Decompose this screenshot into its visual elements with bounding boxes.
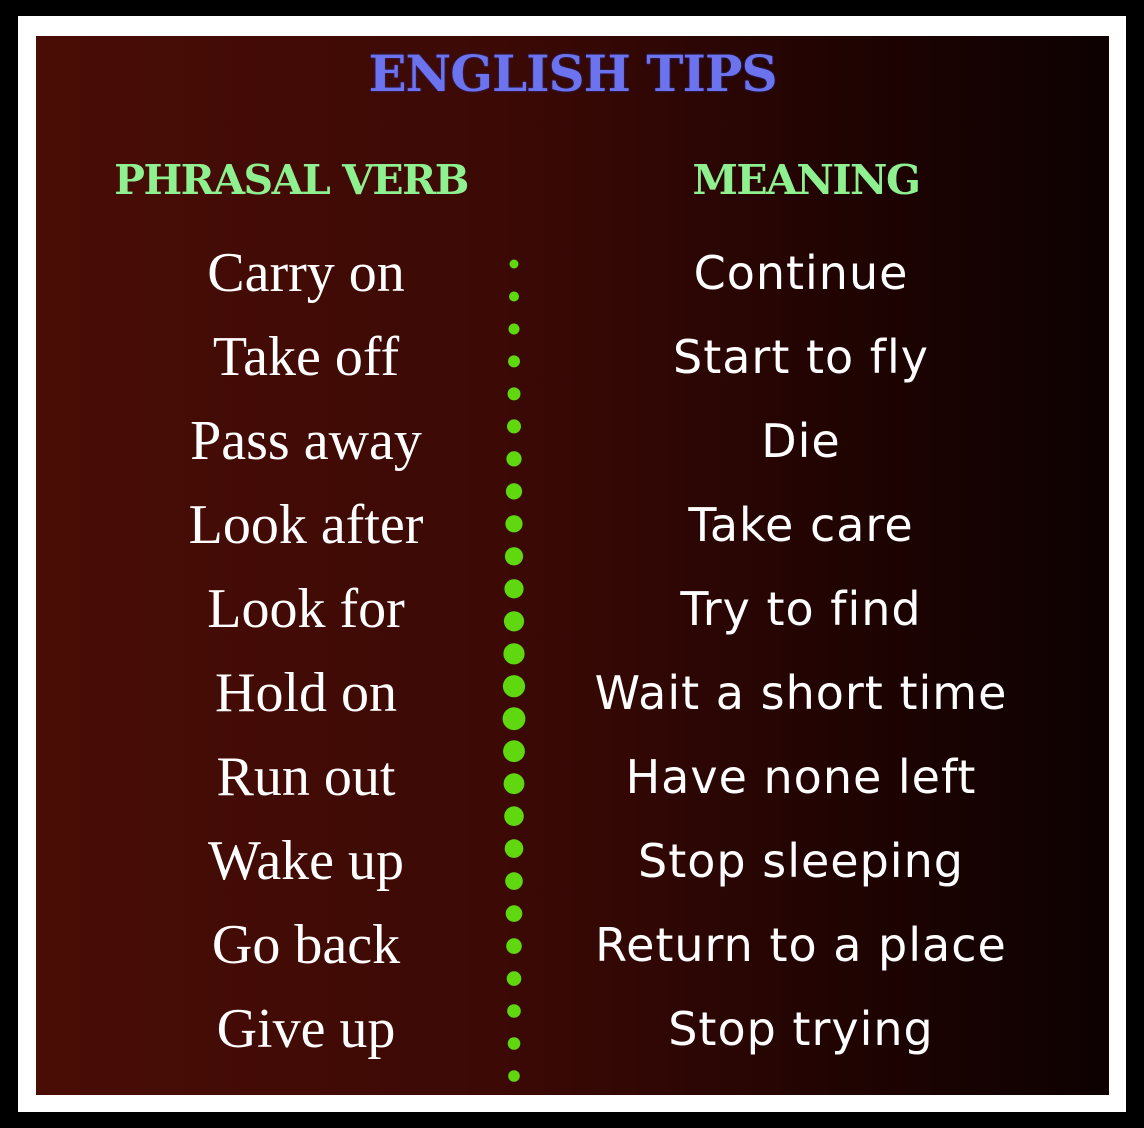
- phrasal-verb: Wake up: [207, 830, 405, 892]
- list-item: Hold on Wait a short time: [36, 651, 1109, 735]
- phrasal-verb: Give up: [216, 998, 396, 1060]
- verb-meaning: Die: [761, 414, 841, 468]
- list-item: Wake up Stop sleeping: [36, 819, 1109, 903]
- phrasal-verb: Look after: [188, 494, 424, 556]
- verb-meaning: Start to fly: [673, 330, 929, 384]
- divider-dot: [508, 1070, 520, 1082]
- verb-meaning: Continue: [693, 246, 909, 300]
- verb-meaning: Try to find: [680, 582, 922, 636]
- outer-frame: ENGLISH TIPS PHRASAL VERB MEANING Carry …: [0, 0, 1144, 1128]
- verb-meaning: Stop sleeping: [638, 834, 964, 888]
- verb-meaning: Stop trying: [668, 1002, 934, 1056]
- list-item: Look for Try to find: [36, 567, 1109, 651]
- list-item: Run out Have none left: [36, 735, 1109, 819]
- page-title: ENGLISH TIPS: [368, 44, 777, 103]
- phrasal-verb: Run out: [216, 746, 396, 808]
- phrasal-verb: Hold on: [215, 662, 397, 724]
- column-header-phrasal-verb: PHRASAL VERB: [114, 156, 469, 204]
- list-item: Carry on Continue: [36, 231, 1109, 315]
- phrasal-verb: Take off: [212, 326, 400, 388]
- phrasal-verb: Pass away: [190, 410, 422, 472]
- list-item: Go back Return to a place: [36, 903, 1109, 987]
- tips-panel: ENGLISH TIPS PHRASAL VERB MEANING Carry …: [36, 36, 1109, 1095]
- list-item: Look after Take care: [36, 483, 1109, 567]
- phrasal-verb: Carry on: [207, 242, 405, 304]
- list-item: Pass away Die: [36, 399, 1109, 483]
- list-item: Give up Stop trying: [36, 987, 1109, 1071]
- column-header-meaning: MEANING: [692, 156, 921, 204]
- verb-meaning: Take care: [688, 498, 914, 552]
- list-item: Take off Start to fly: [36, 315, 1109, 399]
- verb-meaning: Return to a place: [595, 918, 1007, 972]
- verb-meaning: Have none left: [625, 750, 977, 804]
- phrasal-verb: Look for: [207, 578, 405, 640]
- verb-meaning: Wait a short time: [594, 666, 1008, 720]
- phrasal-verb: Go back: [211, 914, 401, 976]
